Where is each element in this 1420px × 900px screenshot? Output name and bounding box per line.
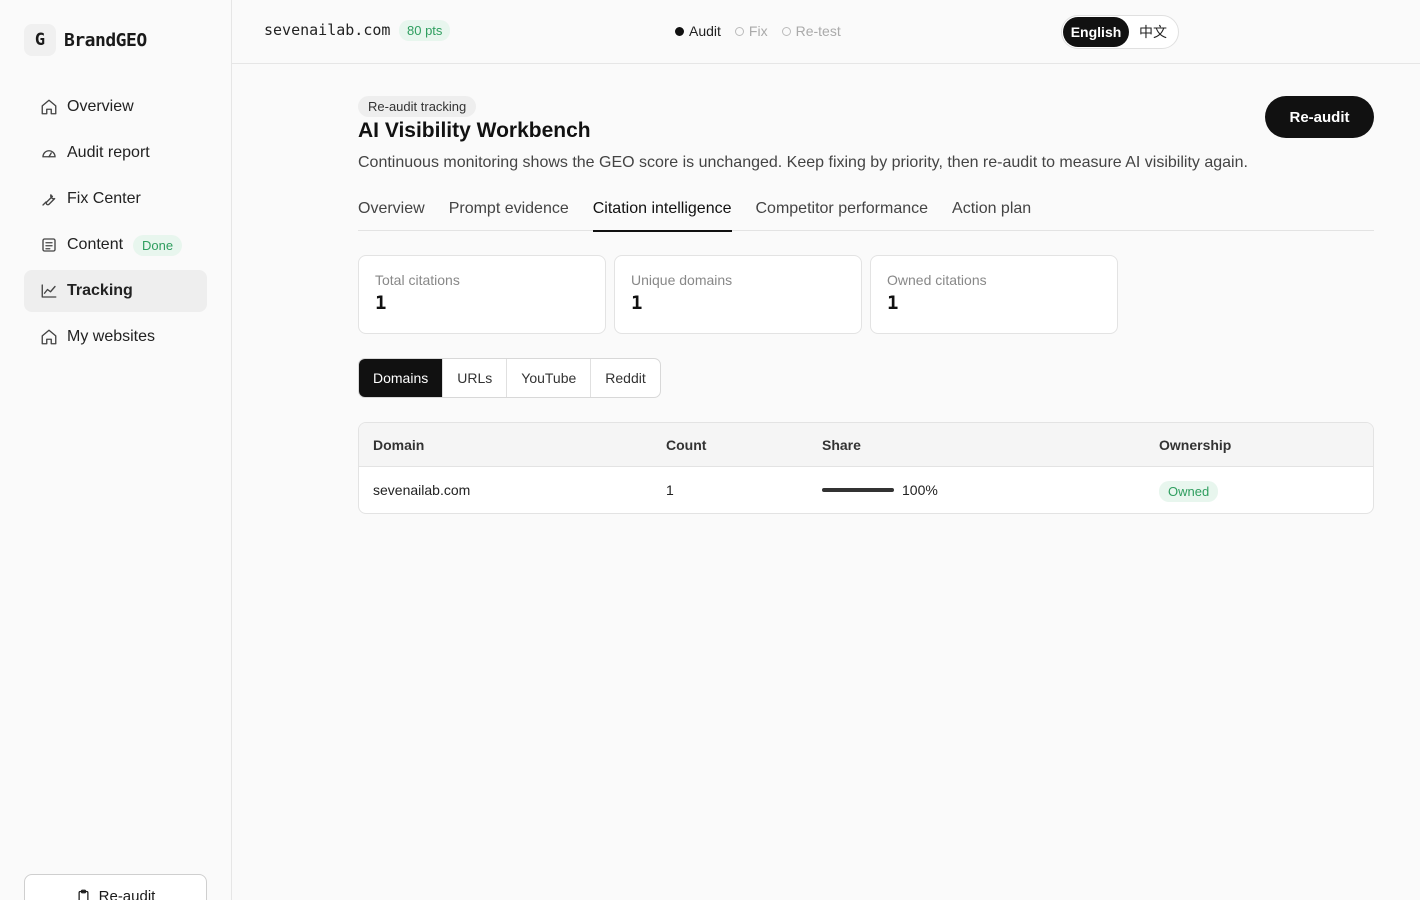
cell-ownership: Owned — [1159, 467, 1219, 513]
stat-label: Total citations — [375, 272, 460, 288]
table-header: Domain Count Share Ownership — [359, 423, 1373, 467]
sidebar-item-fix-center[interactable]: Fix Center — [24, 178, 207, 220]
stat-label: Unique domains — [631, 272, 733, 288]
sidebar-item-tracking[interactable]: Tracking — [24, 270, 207, 312]
column-header-share[interactable]: Share — [822, 423, 861, 466]
step-audit[interactable]: Audit — [675, 23, 721, 39]
cell-domain: sevenailab.com — [373, 482, 471, 498]
sidebar-item-my-websites[interactable]: My websites — [24, 316, 207, 358]
step-dot-icon — [675, 26, 684, 36]
segment-youtube[interactable]: YouTube — [507, 359, 592, 397]
sidebar-item-label: My websites — [67, 328, 156, 345]
share-value: 100% — [902, 482, 938, 498]
sidebar-item-label: Content — [67, 236, 124, 253]
stat-value: 1 — [631, 292, 643, 314]
status-badge: Done — [133, 234, 183, 256]
page-description: Continuous monitoring shows the GEO scor… — [358, 154, 1248, 171]
segment-domains[interactable]: Domains — [359, 359, 444, 397]
language-switch: English 中文 — [1061, 15, 1179, 49]
score-badge: 80 pts — [399, 20, 451, 41]
stats-row: Total citations 1 Unique domains 1 Owned… — [358, 255, 1126, 334]
sidebar-nav: Overview Audit report Fix Center Content — [24, 86, 207, 362]
gauge-icon — [40, 144, 58, 162]
language-english-button[interactable]: English — [1063, 17, 1129, 47]
column-header-domain[interactable]: Domain — [373, 423, 424, 466]
cell-share: 100% — [822, 467, 938, 513]
segment-urls[interactable]: URLs — [443, 359, 508, 397]
sidebar: G BrandGEO Overview Audit report Fix Cen… — [0, 0, 232, 900]
wrench-icon — [40, 190, 58, 208]
column-header-ownership[interactable]: Ownership — [1159, 423, 1231, 466]
clipboard-icon — [78, 889, 89, 900]
stat-label: Owned citations — [887, 272, 987, 288]
sidebar-item-overview[interactable]: Overview — [24, 86, 207, 128]
page-title: AI Visibility Workbench — [358, 119, 591, 142]
reaudit-button[interactable]: Re-audit — [1265, 96, 1374, 138]
sidebar-reaudit-button[interactable]: Re-audit — [24, 874, 207, 900]
home-icon — [40, 98, 58, 116]
tab-prompt-evidence[interactable]: Prompt evidence — [449, 188, 569, 231]
tab-citation-intelligence[interactable]: Citation intelligence — [592, 188, 732, 232]
stat-card-unique-domains: Unique domains 1 — [614, 255, 862, 334]
cell-count: 1 — [666, 482, 674, 498]
table-row[interactable]: sevenailab.com 1 100% Owned — [359, 467, 1373, 513]
ownership-badge: Owned — [1159, 481, 1219, 502]
step-fix[interactable]: Fix — [734, 23, 768, 39]
step-dot-icon — [734, 26, 744, 36]
sidebar-item-label: Audit report — [67, 144, 150, 161]
workflow-steps: Audit Fix Re-test — [675, 23, 855, 39]
sidebar-reaudit-label: Re-audit — [98, 887, 156, 900]
brand[interactable]: G BrandGEO — [24, 24, 147, 56]
stat-card-total-citations: Total citations 1 — [358, 255, 606, 334]
home-icon — [40, 328, 58, 346]
segment-reddit[interactable]: Reddit — [591, 359, 659, 397]
step-label: Fix — [748, 23, 768, 39]
sidebar-item-audit-report[interactable]: Audit report — [24, 132, 207, 174]
tab-action-plan[interactable]: Action plan — [952, 188, 1031, 231]
main-area: sevenailab.com 80 pts Audit Fix Re-test … — [232, 0, 1420, 900]
share-bar — [822, 488, 894, 492]
column-header-count[interactable]: Count — [666, 423, 706, 466]
brand-logo: G — [24, 24, 56, 56]
step-dot-icon — [781, 26, 791, 36]
step-label: Re-test — [795, 23, 841, 39]
stat-card-owned-citations: Owned citations 1 — [870, 255, 1118, 334]
sidebar-item-label: Tracking — [67, 282, 133, 299]
sidebar-item-label: Overview — [67, 98, 134, 115]
tab-bar: Overview Prompt evidence Citation intell… — [358, 188, 1374, 232]
stat-value: 1 — [887, 292, 899, 314]
language-chinese-button[interactable]: 中文 — [1129, 17, 1177, 47]
chart-line-icon — [40, 282, 58, 300]
site-domain[interactable]: sevenailab.com — [264, 21, 390, 39]
tab-overview[interactable]: Overview — [358, 188, 425, 231]
step-label: Audit — [689, 23, 721, 39]
document-icon — [40, 236, 58, 254]
brand-name: BrandGEO — [64, 29, 147, 51]
citation-table: Domain Count Share Ownership sevenailab.… — [358, 422, 1374, 514]
app-root: G BrandGEO Overview Audit report Fix Cen… — [0, 0, 1420, 900]
sidebar-item-label: Fix Center — [67, 190, 141, 207]
step-retest[interactable]: Re-test — [781, 23, 841, 39]
sidebar-item-content[interactable]: Content Done — [24, 224, 207, 266]
citation-type-switch: Domains URLs YouTube Reddit — [358, 358, 661, 398]
topbar: sevenailab.com 80 pts Audit Fix Re-test … — [232, 0, 1420, 64]
tab-competitor-performance[interactable]: Competitor performance — [756, 188, 929, 231]
section-pill: Re-audit tracking — [358, 96, 477, 117]
stat-value: 1 — [375, 292, 387, 314]
